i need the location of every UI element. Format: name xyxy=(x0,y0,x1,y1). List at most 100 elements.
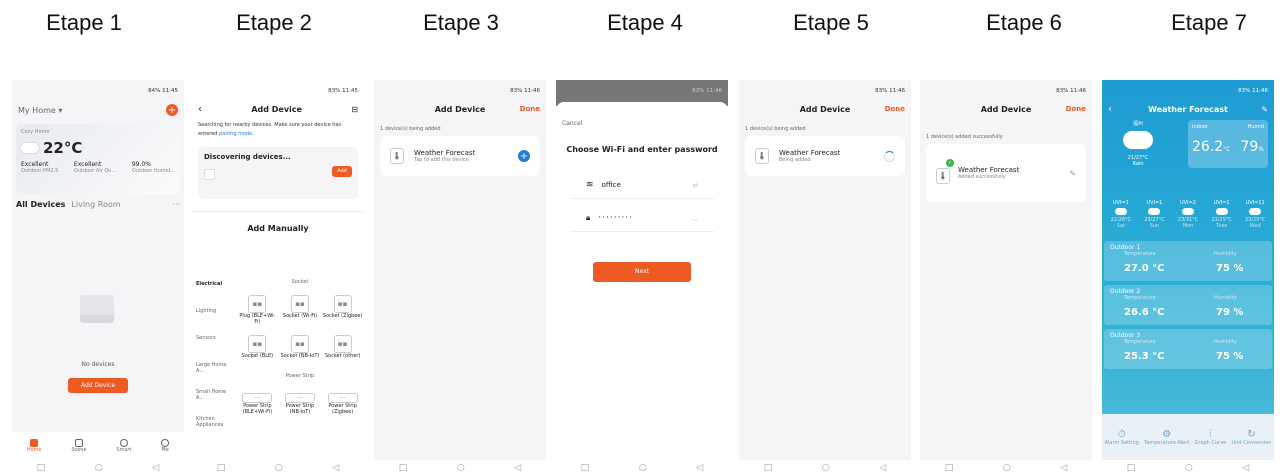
recent-icon[interactable]: □ xyxy=(37,463,46,473)
loading-spinner-icon xyxy=(884,150,895,162)
switch-wifi-icon[interactable]: ⇄ xyxy=(693,182,698,189)
status-time: 83% 11:46 xyxy=(875,88,905,94)
outdoor-card[interactable]: Outdoor 2 Temperature Humidity 26.6 °C 7… xyxy=(1104,285,1272,325)
device-type[interactable]: ▪▪ Socket (Zigbee) xyxy=(323,295,363,325)
socket-header: Socket xyxy=(291,279,309,285)
show-password-icon[interactable]: ◡ xyxy=(692,214,698,222)
socket-icon: ▪▪ xyxy=(248,335,267,353)
recent-icon[interactable]: □ xyxy=(764,463,773,473)
device-type[interactable]: ▪▪ Socket (NB-IoT) xyxy=(280,335,320,359)
gear-icon[interactable]: ⚙ xyxy=(1162,429,1171,440)
device-count: 1 device(s) being added xyxy=(380,126,441,132)
forecast-day: UVI=2 23/31°C Mon xyxy=(1178,200,1198,229)
device-type[interactable]: ▪▪ Socket (other) xyxy=(323,335,363,359)
cat-lighting[interactable]: Lighting xyxy=(192,304,236,331)
rain-cloud-icon xyxy=(1123,131,1153,149)
back-nav-icon[interactable]: ◁ xyxy=(696,463,703,473)
socket-icon: ▪▪ xyxy=(333,335,352,353)
footer-unit[interactable]: Unit Conversion xyxy=(1232,440,1272,446)
footer-temp-alert[interactable]: Temperature Alert xyxy=(1144,440,1189,446)
recent-icon[interactable]: □ xyxy=(581,463,590,473)
home-selector[interactable]: My Home ▾ xyxy=(18,106,62,115)
home-nav-icon[interactable]: ○ xyxy=(639,463,647,473)
home-nav-icon[interactable]: ○ xyxy=(1185,463,1193,473)
smart-icon[interactable] xyxy=(119,439,128,447)
add-plus-icon[interactable]: + xyxy=(518,150,530,162)
nav-scene[interactable]: Scene xyxy=(71,447,86,453)
cat-kitchen[interactable]: Kitchen Appliances xyxy=(192,412,236,432)
device-type[interactable]: ▪▪ Socket (Wi-Fi) xyxy=(280,295,320,325)
outdoor-card[interactable]: Outdoor 3 Temperature Humidity 25.3 °C 7… xyxy=(1104,329,1272,369)
scan-icon[interactable]: ⊟ xyxy=(351,105,358,114)
cat-sensors[interactable]: Sensors xyxy=(192,331,236,358)
done-button[interactable]: Done xyxy=(520,105,540,113)
screen-wifi: 83% 11:46 Cancel Choose Wi-Fi and enter … xyxy=(556,80,728,476)
device-type[interactable]: ▪▪ Plug (BLE+Wi-Fi) xyxy=(237,295,277,325)
home-nav-icon[interactable]: ○ xyxy=(95,463,103,473)
cat-small-home[interactable]: Small Home A... xyxy=(192,385,236,412)
home-nav-icon[interactable]: ○ xyxy=(275,463,283,473)
device-card[interactable]: 🌡 ✓ Weather Forecast Added successfully ✎ xyxy=(926,144,1086,202)
edit-icon[interactable]: ✎ xyxy=(1069,169,1076,178)
step-label: Etape 4 xyxy=(607,10,683,35)
home-nav-icon[interactable]: ○ xyxy=(457,463,465,473)
footer-graph[interactable]: Graph Curve xyxy=(1195,440,1227,446)
device-type[interactable]: ··· Power Strip (BLE+Wi-Fi) xyxy=(237,393,277,415)
device-card: 🌡 Weather Forecast Being added xyxy=(745,136,905,176)
back-nav-icon[interactable]: ◁ xyxy=(152,463,159,473)
next-button[interactable]: Next xyxy=(593,262,691,282)
outdoor-card[interactable]: Outdoor 1 Temperature Humidity 27.0 °C 7… xyxy=(1104,241,1272,281)
cat-large-home[interactable]: Large Home A... xyxy=(192,358,236,385)
forecast-day: UVI=1 23/27°C Sun xyxy=(1144,200,1164,229)
convert-icon[interactable]: ↻ xyxy=(1247,429,1255,440)
graph-icon[interactable]: ⫶ xyxy=(1209,429,1212,440)
outdoor-humidity: 75 % xyxy=(1216,263,1244,274)
done-button[interactable]: Done xyxy=(1066,105,1086,113)
device-type[interactable]: ▪▪ Socket (BLE) xyxy=(237,335,277,359)
pairing-mode-link[interactable]: pairing mode. xyxy=(219,131,254,137)
alarm-icon[interactable]: ⏱ xyxy=(1118,429,1126,440)
device-type[interactable]: ··· Power Strip (Zigbee) xyxy=(323,393,363,415)
add-manually-title: Add Manually xyxy=(247,224,309,233)
back-nav-icon[interactable]: ◁ xyxy=(1242,463,1249,473)
recent-icon[interactable]: □ xyxy=(945,463,954,473)
recent-icon[interactable]: □ xyxy=(1127,463,1136,473)
device-sub: Tap to add this device xyxy=(414,157,469,163)
footer-alarm[interactable]: Alarm Setting xyxy=(1105,440,1139,446)
cat-electrical[interactable]: Electrical xyxy=(192,277,236,304)
edit-icon[interactable]: ✎ xyxy=(1261,105,1268,114)
cancel-button[interactable]: Cancel xyxy=(556,102,728,127)
nav-me[interactable]: Me xyxy=(161,447,168,453)
add-found-button[interactable]: Add xyxy=(332,166,352,177)
back-nav-icon[interactable]: ◁ xyxy=(879,463,886,473)
nav-home[interactable]: Home xyxy=(27,447,42,453)
tab-living-room[interactable]: Living Room xyxy=(71,200,120,209)
scene-icon[interactable] xyxy=(74,439,83,447)
tab-all-devices[interactable]: All Devices xyxy=(16,200,65,209)
device-type[interactable]: ··· Power Strip (NB-IoT) xyxy=(280,393,320,415)
ssid-field[interactable]: office xyxy=(602,181,685,189)
device-type-label: Socket (Wi-Fi) xyxy=(282,313,318,319)
home-nav-icon[interactable]: ○ xyxy=(822,463,830,473)
nav-smart[interactable]: Smart xyxy=(116,447,131,453)
forecast-day-name: Wed xyxy=(1249,223,1261,229)
device-name: Weather Forecast xyxy=(779,149,841,157)
status-time: 83% 11:46 xyxy=(1238,88,1268,94)
add-device-button[interactable]: Add Device xyxy=(68,378,128,393)
system-nav: □ ○ ◁ xyxy=(1102,460,1274,476)
device-card[interactable]: 🌡 Weather Forecast Tap to add this device… xyxy=(380,136,540,176)
home-nav-icon[interactable]: ○ xyxy=(1003,463,1011,473)
done-button[interactable]: Done xyxy=(885,105,905,113)
recent-icon[interactable]: □ xyxy=(399,463,408,473)
recent-icon[interactable]: □ xyxy=(217,463,226,473)
back-nav-icon[interactable]: ◁ xyxy=(1060,463,1067,473)
me-icon[interactable] xyxy=(161,439,170,447)
back-icon[interactable]: ‹ xyxy=(198,104,202,115)
socket-icon: ▪▪ xyxy=(290,335,309,353)
password-field[interactable]: ········· xyxy=(598,213,684,223)
back-nav-icon[interactable]: ◁ xyxy=(332,463,339,473)
more-icon[interactable]: ··· xyxy=(172,200,180,209)
home-icon[interactable] xyxy=(30,439,39,447)
back-nav-icon[interactable]: ◁ xyxy=(514,463,521,473)
add-icon[interactable]: + xyxy=(166,104,178,116)
